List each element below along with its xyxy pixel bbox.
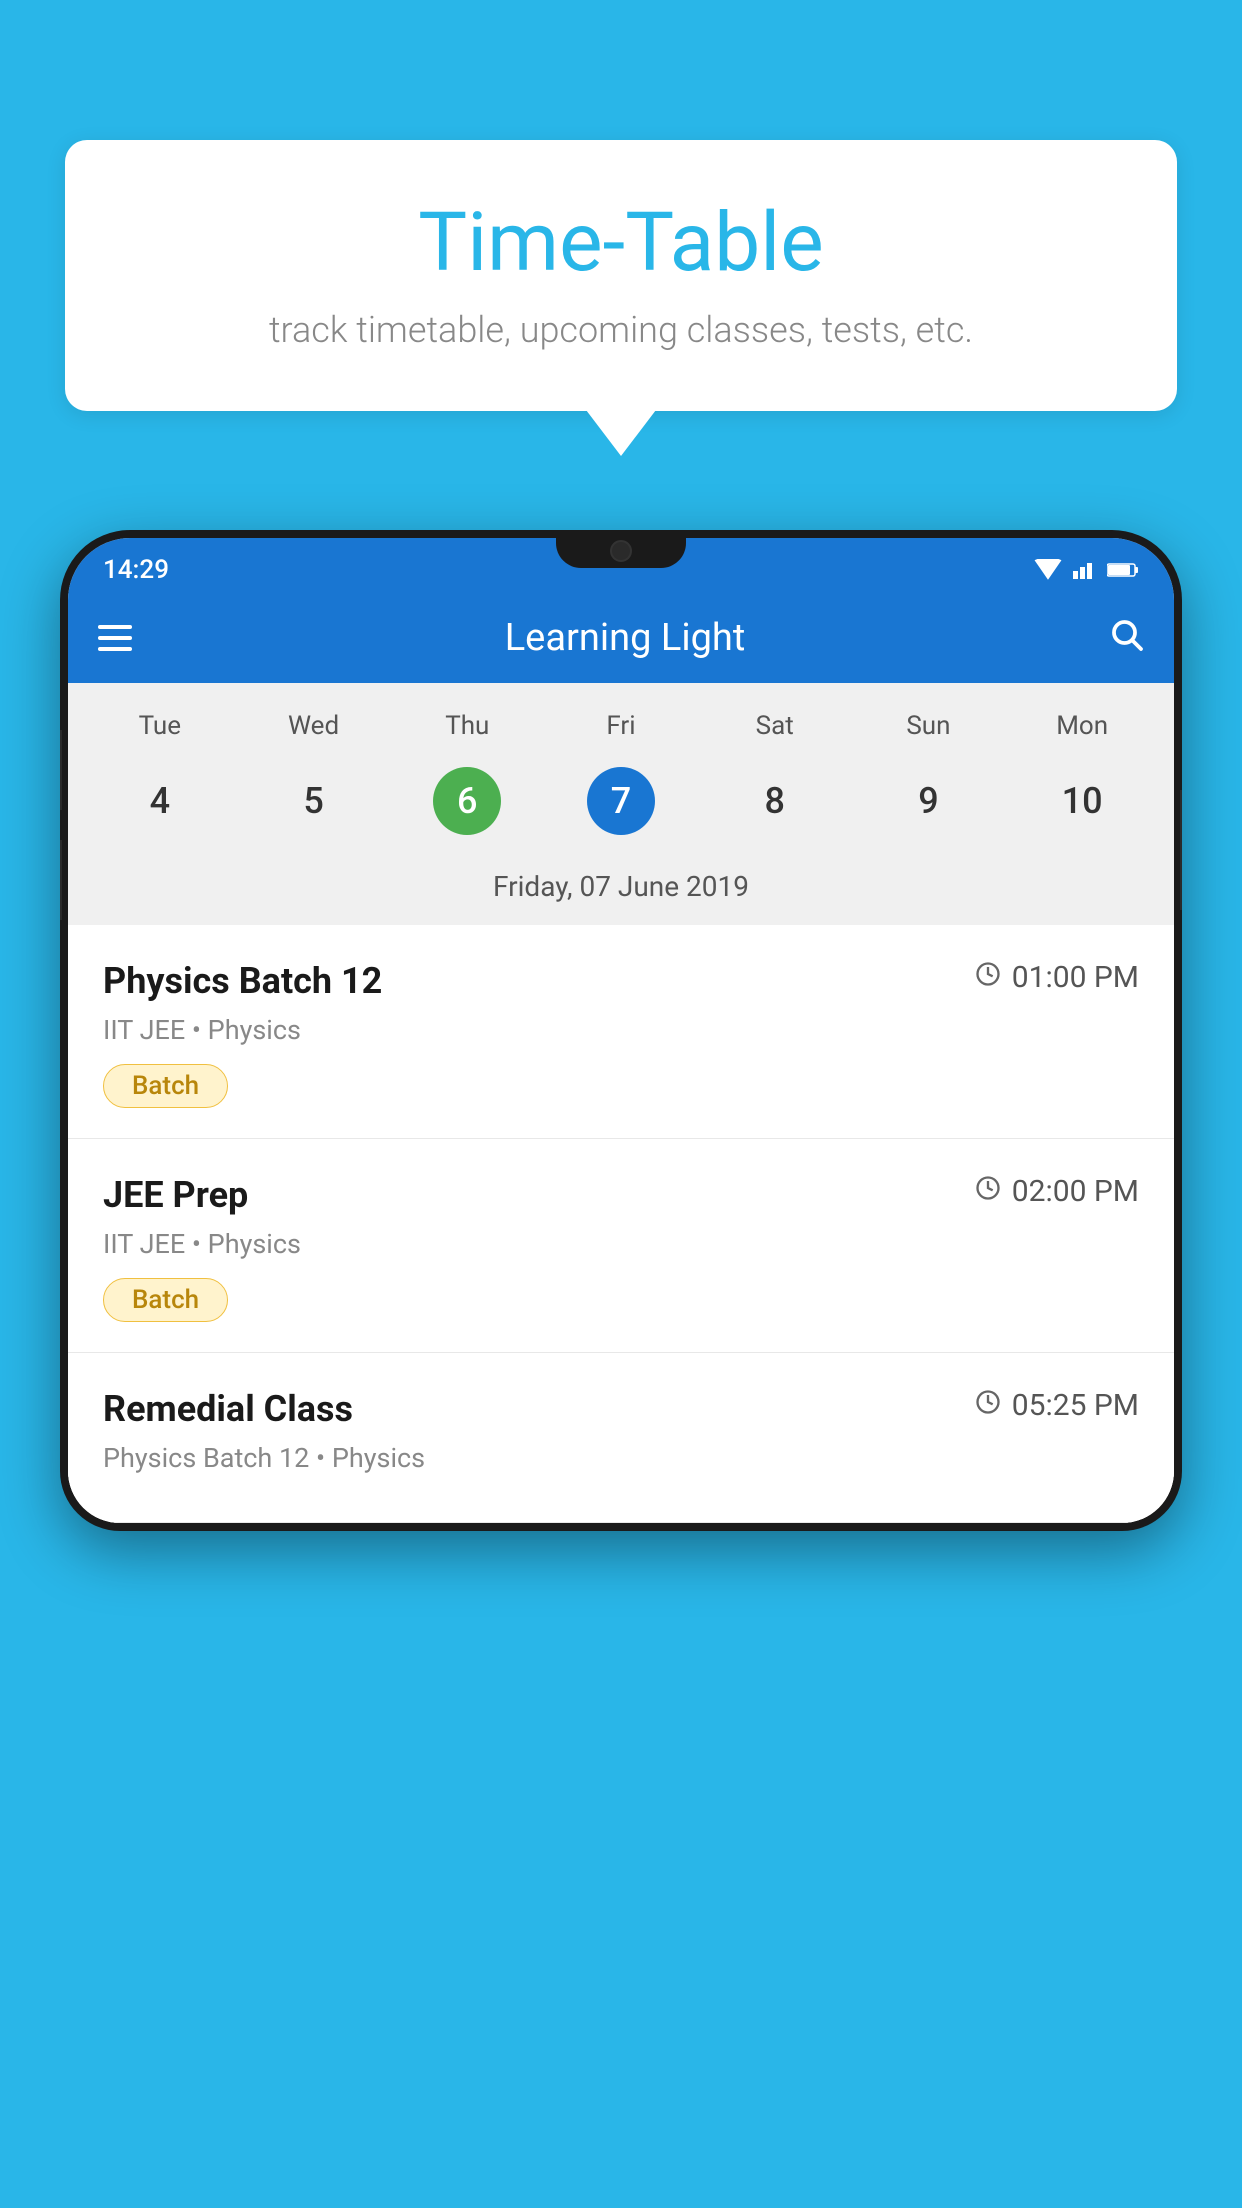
battery-icon bbox=[1107, 561, 1139, 579]
app-bar-title: Learning Light bbox=[172, 616, 1078, 660]
signal-icon bbox=[1073, 559, 1097, 581]
batch-badge-2: Batch bbox=[103, 1278, 228, 1322]
day-cell-10[interactable]: 10 bbox=[1005, 757, 1159, 845]
wifi-icon bbox=[1033, 559, 1063, 581]
bubble-subtitle: track timetable, upcoming classes, tests… bbox=[125, 309, 1117, 351]
phone-screen: 14:29 bbox=[68, 538, 1174, 1523]
day-header-sat: Sat bbox=[698, 703, 852, 749]
bubble-title: Time-Table bbox=[125, 195, 1117, 291]
class-time-text-2: 02:00 PM bbox=[1012, 1174, 1139, 1209]
class-name-3: Remedial Class bbox=[103, 1388, 353, 1430]
day-header-tue: Tue bbox=[83, 703, 237, 749]
status-time: 14:29 bbox=[103, 555, 169, 585]
volume-down-button bbox=[60, 840, 62, 920]
hamburger-menu-button[interactable] bbox=[98, 625, 132, 651]
day-number-4: 4 bbox=[126, 767, 194, 835]
hamburger-line-2 bbox=[98, 636, 132, 640]
class-name-1: Physics Batch 12 bbox=[103, 960, 382, 1002]
day-cell-5[interactable]: 5 bbox=[237, 757, 391, 845]
day-header-wed: Wed bbox=[237, 703, 391, 749]
class-item-3[interactable]: Remedial Class 05:25 PM Physics Batch bbox=[68, 1353, 1174, 1523]
class-item-1[interactable]: Physics Batch 12 01:00 PM IIT JEE • P bbox=[68, 925, 1174, 1139]
clock-icon-3 bbox=[974, 1388, 1002, 1423]
day-number-6: 6 bbox=[433, 767, 501, 835]
day-number-10: 10 bbox=[1048, 767, 1116, 835]
day-number-7: 7 bbox=[587, 767, 655, 835]
selected-date-label: Friday, 07 June 2019 bbox=[68, 860, 1174, 925]
day-cell-8[interactable]: 8 bbox=[698, 757, 852, 845]
class-name-2: JEE Prep bbox=[103, 1174, 248, 1216]
day-number-5: 5 bbox=[280, 767, 348, 835]
front-camera bbox=[610, 540, 632, 562]
class-time-2: 02:00 PM bbox=[974, 1174, 1139, 1209]
clock-icon-2 bbox=[974, 1174, 1002, 1209]
batch-badge-1: Batch bbox=[103, 1064, 228, 1108]
volume-up-button bbox=[60, 730, 62, 810]
class-list: Physics Batch 12 01:00 PM IIT JEE • P bbox=[68, 925, 1174, 1523]
day-cell-7[interactable]: 7 bbox=[544, 757, 698, 845]
clock-icon-1 bbox=[974, 960, 1002, 995]
class-meta-1: IIT JEE • Physics bbox=[103, 1014, 1139, 1046]
day-numbers: 4 5 6 7 8 9 bbox=[68, 749, 1174, 860]
class-time-1: 01:00 PM bbox=[974, 960, 1139, 995]
power-button bbox=[1180, 790, 1182, 910]
hamburger-line-3 bbox=[98, 647, 132, 651]
class-meta-3: Physics Batch 12 • Physics bbox=[103, 1442, 1139, 1474]
phone-wrapper: 14:29 bbox=[60, 530, 1182, 2208]
class-item-2[interactable]: JEE Prep 02:00 PM IIT JEE • Physics bbox=[68, 1139, 1174, 1353]
day-header-fri: Fri bbox=[544, 703, 698, 749]
day-cell-6[interactable]: 6 bbox=[390, 757, 544, 845]
status-icons bbox=[1033, 559, 1139, 581]
class-time-text-3: 05:25 PM bbox=[1012, 1388, 1139, 1423]
day-number-8: 8 bbox=[741, 767, 809, 835]
phone-frame: 14:29 bbox=[60, 530, 1182, 1531]
day-number-9: 9 bbox=[894, 767, 962, 835]
class-item-2-header: JEE Prep 02:00 PM bbox=[103, 1174, 1139, 1216]
class-item-3-header: Remedial Class 05:25 PM bbox=[103, 1388, 1139, 1430]
phone-notch bbox=[556, 530, 686, 568]
calendar-strip: Tue Wed Thu Fri Sat Sun Mon 4 5 bbox=[68, 683, 1174, 925]
class-time-3: 05:25 PM bbox=[974, 1388, 1139, 1423]
class-item-1-header: Physics Batch 12 01:00 PM bbox=[103, 960, 1139, 1002]
speech-bubble: Time-Table track timetable, upcoming cla… bbox=[65, 140, 1177, 411]
search-button[interactable] bbox=[1108, 616, 1144, 661]
app-bar: Learning Light bbox=[68, 593, 1174, 683]
day-cell-4[interactable]: 4 bbox=[83, 757, 237, 845]
class-meta-2: IIT JEE • Physics bbox=[103, 1228, 1139, 1260]
day-header-thu: Thu bbox=[390, 703, 544, 749]
day-header-mon: Mon bbox=[1005, 703, 1159, 749]
speech-bubble-container: Time-Table track timetable, upcoming cla… bbox=[65, 140, 1177, 411]
day-headers: Tue Wed Thu Fri Sat Sun Mon bbox=[68, 703, 1174, 749]
day-cell-9[interactable]: 9 bbox=[852, 757, 1006, 845]
day-header-sun: Sun bbox=[852, 703, 1006, 749]
class-time-text-1: 01:00 PM bbox=[1012, 960, 1139, 995]
hamburger-line-1 bbox=[98, 625, 132, 629]
